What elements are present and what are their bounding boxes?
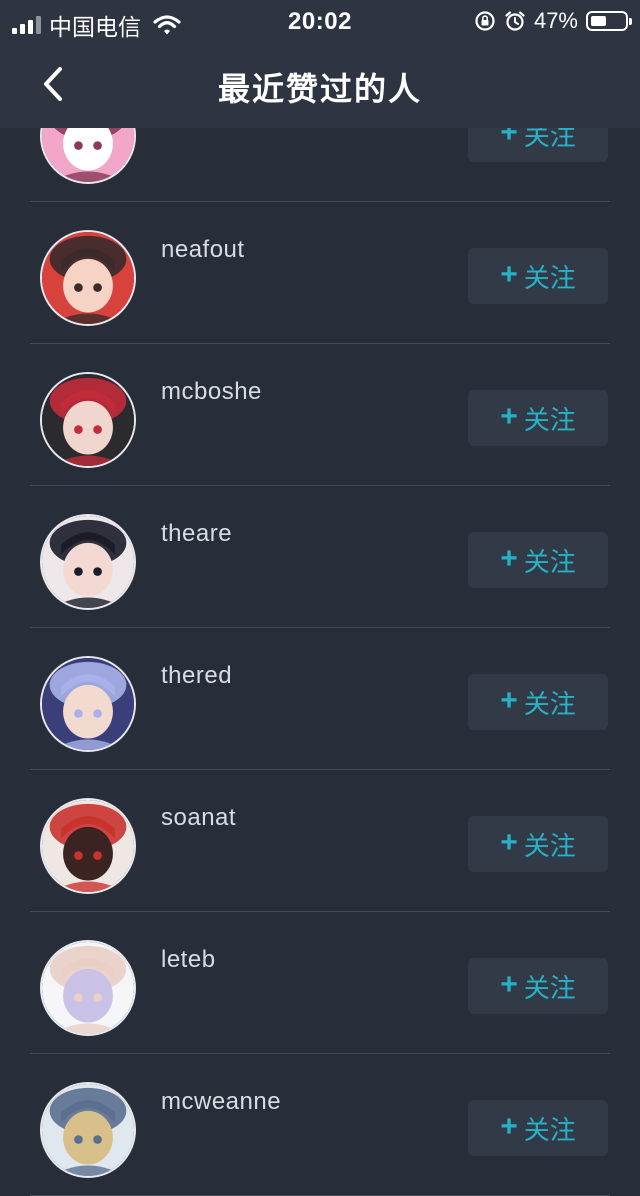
plus-icon: + [500,400,518,433]
username[interactable]: mcweanne [161,1088,281,1116]
user-row[interactable]: leteb + 关注 [0,912,640,1054]
user-avatar[interactable] [40,798,136,894]
follow-label: 关注 [523,972,576,1003]
follow-label: 关注 [523,830,576,861]
follow-button[interactable]: + 关注 [468,674,608,730]
battery-percent: 47% [533,8,578,33]
username[interactable]: neafout [161,236,245,264]
status-right: 47% [474,8,632,34]
plus-icon: + [500,826,518,859]
plus-icon: + [500,968,518,1001]
user-row[interactable]: thered + 关注 [0,628,640,770]
nav-bar: 最近赞过的人 [0,42,640,128]
follow-button[interactable]: + 关注 [468,816,608,872]
plus-icon: + [500,258,518,291]
username[interactable]: mcboshe [161,378,262,406]
user-list: + 关注 neafout + 关注 mcboshe + 关注 theare + 关注 thered + 关… [0,60,640,1196]
follow-button[interactable]: + 关注 [468,958,608,1014]
username[interactable]: theare [161,520,232,548]
battery-icon [586,11,632,31]
follow-label: 关注 [523,546,576,577]
user-row[interactable]: mcboshe + 关注 [0,344,640,486]
page-title: 最近赞过的人 [217,71,422,107]
follow-label: 关注 [523,688,576,719]
username[interactable]: soanat [161,804,236,832]
user-avatar[interactable] [40,656,136,752]
username[interactable]: leteb [161,946,216,974]
user-row[interactable]: soanat + 关注 [0,770,640,912]
alarm-icon [505,11,525,31]
follow-button[interactable]: + 关注 [468,1100,608,1156]
user-avatar[interactable] [40,372,136,468]
user-avatar[interactable] [40,940,136,1036]
plus-icon: + [500,1110,518,1143]
user-avatar[interactable] [40,1082,136,1178]
follow-label: 关注 [523,262,576,293]
status-bar: 中国电信 20:02 47% [0,0,640,42]
username[interactable]: thered [161,662,232,690]
user-avatar[interactable] [40,514,136,610]
plus-icon: + [500,684,518,717]
user-row[interactable]: neafout + 关注 [0,202,640,344]
follow-label: 关注 [523,404,576,435]
rotation-lock-icon [475,11,495,31]
follow-button[interactable]: + 关注 [468,390,608,446]
follow-button[interactable]: + 关注 [468,532,608,588]
user-avatar[interactable] [40,230,136,326]
plus-icon: + [500,542,518,575]
user-row[interactable]: theare + 关注 [0,486,640,628]
user-row[interactable]: mcweanne + 关注 [0,1054,640,1196]
follow-button[interactable]: + 关注 [468,248,608,304]
follow-label: 关注 [523,1114,576,1145]
